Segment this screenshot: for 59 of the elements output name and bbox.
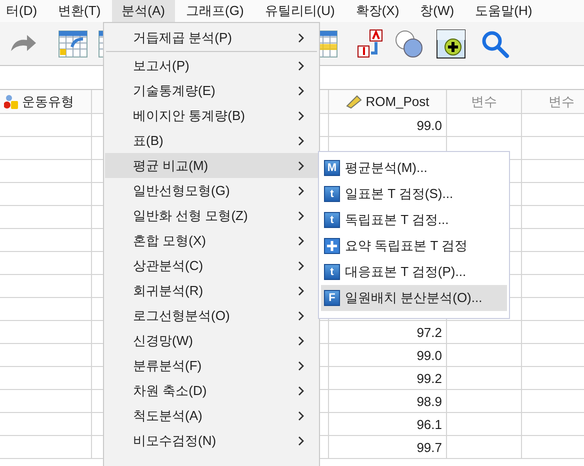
menu-item[interactable]: t 일표본 T 검정(S)... — [321, 181, 507, 207]
menu-bar-item[interactable]: 창(W) — [410, 0, 464, 22]
column-header: 변수 — [471, 92, 497, 110]
plus-icon — [324, 238, 340, 254]
search-icon[interactable] — [480, 28, 510, 58]
add-icon[interactable] — [436, 28, 466, 58]
menu-item-label: 평균분석(M)... — [345, 159, 428, 177]
menu-bar-item[interactable]: 확장(X) — [346, 0, 410, 22]
procedure-icon: t — [324, 186, 340, 202]
table-cell: 98.9 — [416, 394, 442, 408]
menu-item[interactable]: 표(B) — [105, 128, 318, 153]
menu-bar-item[interactable]: 터(D) — [0, 0, 48, 22]
menu-item[interactable]: 일반선형모형(G) — [105, 178, 318, 203]
menu-item[interactable]: 비모수검정(N) — [105, 428, 318, 453]
menu-item-label: 대응표본 T 검정(P)... — [345, 263, 466, 281]
menu-item[interactable]: 차원 축소(D) — [105, 378, 318, 403]
procedure-icon: t — [324, 264, 340, 280]
table-cell: 99.2 — [416, 370, 442, 386]
menu-item[interactable]: 로그선형분석(O) — [105, 303, 318, 328]
menu-item[interactable]: F 일원배치 분산분석(O)... — [321, 285, 507, 311]
procedure-icon: t — [324, 212, 340, 228]
menu-bar-item[interactable]: 변환(T) — [48, 0, 111, 22]
menu-item[interactable]: t 대응표본 T 검정(P)... — [321, 259, 507, 285]
nominal-variable-icon — [4, 94, 18, 108]
table-cell: 99.0 — [416, 118, 442, 132]
menu-item[interactable]: 신경망(W) — [105, 328, 318, 353]
menu-item[interactable]: 요약 독립표본 T 검정 — [321, 233, 507, 259]
menu-item[interactable]: 보고서(P) — [105, 53, 318, 78]
column-header: 변수 — [548, 92, 574, 110]
menu-bar-item[interactable]: 도움말(H) — [465, 0, 542, 22]
menu-item[interactable]: 일반화 선형 모형(Z) — [105, 203, 318, 228]
menu-bar-item[interactable]: 유틸리티(U) — [254, 0, 345, 22]
menu-item[interactable]: 분류분석(F) — [105, 353, 318, 378]
menu-item[interactable]: 혼합 모형(X) — [105, 228, 318, 253]
menu-item[interactable]: M 평균분석(M)... — [321, 155, 507, 181]
menu-item[interactable]: 기술통계량(E) — [105, 78, 318, 103]
menu-item-label: 독립표본 T 검정... — [345, 211, 449, 229]
menu-bar-item[interactable]: 분석(A) — [112, 0, 175, 22]
ruler-icon — [346, 94, 362, 108]
menu-item[interactable]: 척도분석(A) — [105, 403, 318, 428]
menu-item-label: 일표본 T 검정(S)... — [345, 185, 454, 203]
data-table-icon[interactable] — [58, 28, 88, 58]
column-header: 운동유형 — [22, 92, 74, 110]
procedure-icon: F — [324, 290, 340, 306]
table-cell: 99.0 — [416, 348, 442, 362]
table-cell: 97.2 — [416, 324, 442, 340]
column-header: ROM_Post — [366, 94, 430, 109]
menu-item[interactable]: 평균 비교(M) — [105, 153, 318, 178]
table-cell: 99.7 — [416, 440, 442, 454]
menu-item[interactable]: t 독립표본 T 검정... — [321, 207, 507, 233]
menu-item-label: 요약 독립표본 T 검정 — [345, 237, 468, 255]
menu-item[interactable]: 회귀분석(R) — [105, 278, 318, 303]
procedure-icon: M — [324, 160, 340, 176]
menu-item[interactable]: 상관분석(C) — [105, 253, 318, 278]
overlapping-circles-icon[interactable] — [394, 28, 424, 58]
table-cell: 96.1 — [416, 416, 442, 432]
menu-item[interactable]: 베이지안 통계량(B) — [105, 103, 318, 128]
menu-item-label: 일원배치 분산분석(O)... — [345, 289, 482, 307]
menu-bar-item[interactable]: 그래프(G) — [176, 0, 254, 22]
